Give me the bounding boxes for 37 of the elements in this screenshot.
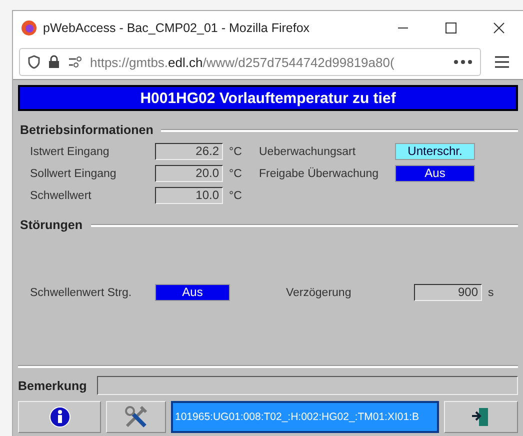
address-bar[interactable]: https://gmtbs.edl.ch/www/d257d7544742d99819a80( [19, 48, 481, 76]
exit-button[interactable] [444, 401, 518, 433]
permissions-icon [68, 56, 82, 68]
info-button[interactable] [18, 401, 101, 433]
field-label: Verzögerung [286, 286, 352, 298]
section-title: Störungen [20, 218, 82, 232]
field-label: Istwert Eingang [30, 146, 110, 158]
menu-icon[interactable] [495, 56, 509, 68]
field-label: Ueberwachungsart [259, 146, 357, 158]
settings-button[interactable] [106, 401, 166, 433]
info-icon [48, 406, 70, 428]
lock-icon [48, 55, 60, 69]
status-indicator: Aus [155, 284, 230, 301]
value-field: 20.0 [155, 165, 223, 182]
section-title: Betriebsinformationen [20, 123, 154, 137]
shield-icon [28, 55, 40, 69]
value-field: 26.2 [155, 143, 223, 160]
status-indicator: Aus [395, 165, 475, 182]
value-field: 900 [414, 284, 482, 301]
remark-field[interactable] [96, 376, 518, 395]
unit-label: s [487, 286, 495, 298]
value-field: 10.0 [155, 187, 223, 204]
unit-label: °C [228, 168, 243, 180]
firefox-logo-icon [21, 20, 37, 36]
field-label: Sollwert Eingang [30, 168, 118, 180]
more-icon[interactable] [454, 60, 472, 64]
field-label: Bemerkung [18, 378, 87, 392]
status-indicator: Unterschr. [395, 143, 475, 160]
tools-icon [123, 404, 149, 430]
window-title: pWebAccess - Bac_CMP02_01 - Mozilla Firefox [43, 21, 311, 35]
field-label: Freigabe Überwachung [259, 168, 380, 180]
url-text: https://gmtbs.edl.ch/www/d257d7544742d99819a80( [90, 54, 394, 70]
field-label: Schwellwert [30, 190, 92, 202]
field-label: Schwellenwert Strg. [30, 286, 133, 298]
alarm-title: H001HG02 Vorlauftemperatur zu tief [18, 85, 518, 111]
unit-label: °C [228, 190, 243, 202]
unit-label: °C [228, 146, 243, 158]
